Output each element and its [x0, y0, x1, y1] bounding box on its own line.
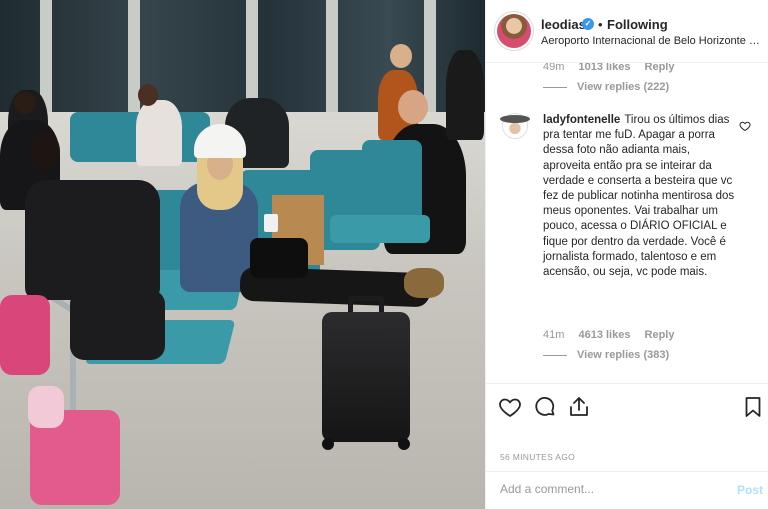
- add-comment-bar: Post: [486, 471, 768, 509]
- passenger: [446, 50, 484, 140]
- post-header: leodias ✓ • Following Aeroporto Internac…: [486, 0, 768, 63]
- commenter-hat: [500, 115, 530, 123]
- window-pillar: [326, 0, 338, 112]
- pink-pouch: [28, 386, 64, 428]
- comment-icon[interactable]: [533, 395, 557, 419]
- post-photo[interactable]: [0, 0, 485, 509]
- smartphone: [264, 214, 278, 232]
- comments-list[interactable]: 49m 1013 likes Reply View replies (222) …: [486, 63, 768, 383]
- window-pillar: [40, 0, 52, 112]
- follow-separator: •: [598, 17, 603, 32]
- pink-bag: [0, 295, 50, 375]
- view-replies-button[interactable]: View replies (222): [543, 81, 669, 93]
- view-replies-label: View replies (383): [577, 349, 670, 361]
- comment-likes[interactable]: 1013 likes: [578, 63, 630, 73]
- post-timestamp: 56 MINUTES AGO: [500, 452, 576, 462]
- passenger-head: [390, 44, 412, 68]
- passenger-head: [398, 90, 428, 124]
- passenger-head: [30, 132, 60, 170]
- passenger-head: [14, 92, 36, 114]
- comment-text: Tirou os últimos dias pra tentar me fuD.…: [543, 114, 735, 279]
- bookmark-icon[interactable]: [741, 395, 765, 419]
- comment-body: ladyfontenelle Tirou os últimos dias pra …: [543, 113, 737, 280]
- add-comment-input[interactable]: [500, 482, 720, 496]
- post-actions: 56 MINUTES AGO: [486, 383, 768, 471]
- author-username[interactable]: leodias: [541, 17, 586, 32]
- heart-icon[interactable]: [498, 395, 522, 419]
- reply-button[interactable]: Reply: [645, 329, 675, 341]
- reply-button[interactable]: Reply: [645, 63, 675, 73]
- view-replies-button[interactable]: View replies (383): [543, 349, 669, 361]
- replies-line: [543, 354, 567, 356]
- comment-like-heart-icon[interactable]: [738, 120, 752, 134]
- following-button[interactable]: Following: [607, 17, 668, 32]
- comment-meta: 49m 1013 likes Reply: [543, 63, 686, 73]
- post-sidebar: leodias ✓ • Following Aeroporto Internac…: [485, 0, 768, 509]
- author-avatar[interactable]: [497, 14, 531, 48]
- post-location[interactable]: Aeroporto Internacional de Belo Horizont…: [541, 35, 763, 47]
- passenger: [136, 100, 182, 166]
- comment-meta: 41m 4613 likes Reply: [543, 329, 686, 341]
- black-backpack: [25, 180, 160, 300]
- comment-likes[interactable]: 4613 likes: [578, 329, 630, 341]
- window-pillar: [246, 0, 258, 112]
- black-suitcase: [322, 312, 410, 442]
- verified-badge-icon: ✓: [582, 18, 594, 30]
- suitcase-wheel: [322, 438, 334, 450]
- passenger-head: [138, 84, 158, 106]
- seat-row: [330, 215, 430, 243]
- share-icon[interactable]: [567, 395, 591, 419]
- comment-time: 49m: [543, 63, 565, 73]
- black-handbag: [250, 238, 308, 278]
- replies-line: [543, 86, 567, 88]
- post-comment-button[interactable]: Post: [737, 483, 763, 497]
- comment-author[interactable]: ladyfontenelle: [543, 114, 620, 126]
- comment-time: 41m: [543, 329, 565, 341]
- view-replies-label: View replies (222): [577, 81, 670, 93]
- black-bag: [70, 290, 165, 360]
- window-pillar: [424, 0, 436, 112]
- leopard-shoes: [404, 268, 444, 298]
- suitcase-wheel: [398, 438, 410, 450]
